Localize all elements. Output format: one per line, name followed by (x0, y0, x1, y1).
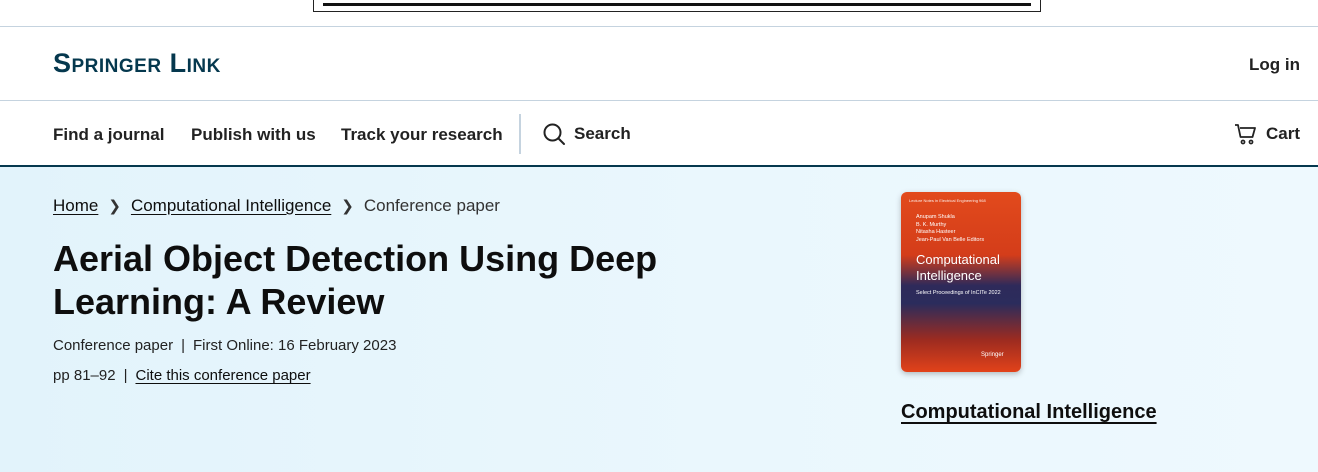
breadcrumb-book[interactable]: Computational Intelligence (131, 196, 331, 216)
breadcrumb-current: Conference paper (363, 196, 500, 215)
main-nav: Find a journal Publish with us Track you… (0, 101, 1318, 167)
chevron-right-icon: ❯ (341, 198, 354, 215)
cover-editor: Anupam Shukla (916, 214, 955, 220)
cart-label: Cart (1265, 124, 1300, 143)
ad-banner-line (323, 3, 1031, 6)
cite-link[interactable]: Cite this conference paper (135, 367, 310, 384)
search-label: Search (574, 124, 631, 143)
first-online-date: First Online: 16 February 2023 (193, 337, 397, 354)
article-type: Conference paper (53, 337, 174, 354)
article-pages-row: pp 81–92 | Cite this conference paper (53, 367, 311, 384)
separator: | (123, 367, 128, 384)
cover-subtitle: Select Proceedings of InCITe 2022 (916, 290, 1001, 296)
breadcrumb: Home ❯ Computational Intelligence ❯ Conf… (53, 196, 500, 216)
book-cover[interactable]: Lecture Notes in Electrical Engineering … (901, 192, 1021, 372)
cart-button[interactable]: Cart (1234, 122, 1300, 146)
cover-editor: Jean-Paul Van Belle Editors (916, 236, 985, 243)
book-title-link[interactable]: Computational Intelligence (901, 401, 1157, 424)
search-icon (543, 123, 565, 145)
chevron-right-icon: ❯ (108, 198, 121, 215)
cover-series: Lecture Notes in Electrical Engineering … (909, 198, 986, 203)
cover-editor: Nitasha Hasteer (916, 229, 956, 235)
search-button[interactable]: Search (542, 122, 631, 146)
article-title: Aerial Object Detection Using Deep Learn… (53, 238, 658, 322)
article-hero: Home ❯ Computational Intelligence ❯ Conf… (0, 167, 1318, 472)
ad-banner-strip (0, 0, 1318, 27)
cart-icon (1234, 124, 1256, 145)
cover-editor: B. K. Murthy (916, 221, 947, 228)
cover-publisher: Springer (981, 352, 1004, 358)
article-meta: Conference paper | First Online: 16 Februa… (53, 337, 396, 354)
ad-banner[interactable] (313, 0, 1041, 12)
cover-title: Computational Intelligence (916, 252, 1000, 283)
breadcrumb-home[interactable]: Home (53, 196, 98, 216)
cover-editors: Anupam Shukla B. K. Murthy Nitasha Haste… (916, 214, 984, 244)
separator: | (181, 337, 185, 354)
nav-find-a-journal[interactable]: Find a journal (53, 125, 164, 145)
nav-publish-with-us[interactable]: Publish with us (191, 125, 316, 145)
springer-link-logo[interactable]: Springer Link (53, 50, 221, 77)
login-link[interactable]: Log in (1249, 55, 1300, 75)
nav-divider (519, 114, 521, 154)
nav-track-your-research[interactable]: Track your research (341, 125, 503, 145)
site-header: Springer Link Log in (0, 27, 1318, 101)
article-pages: pp 81–92 (53, 367, 116, 384)
